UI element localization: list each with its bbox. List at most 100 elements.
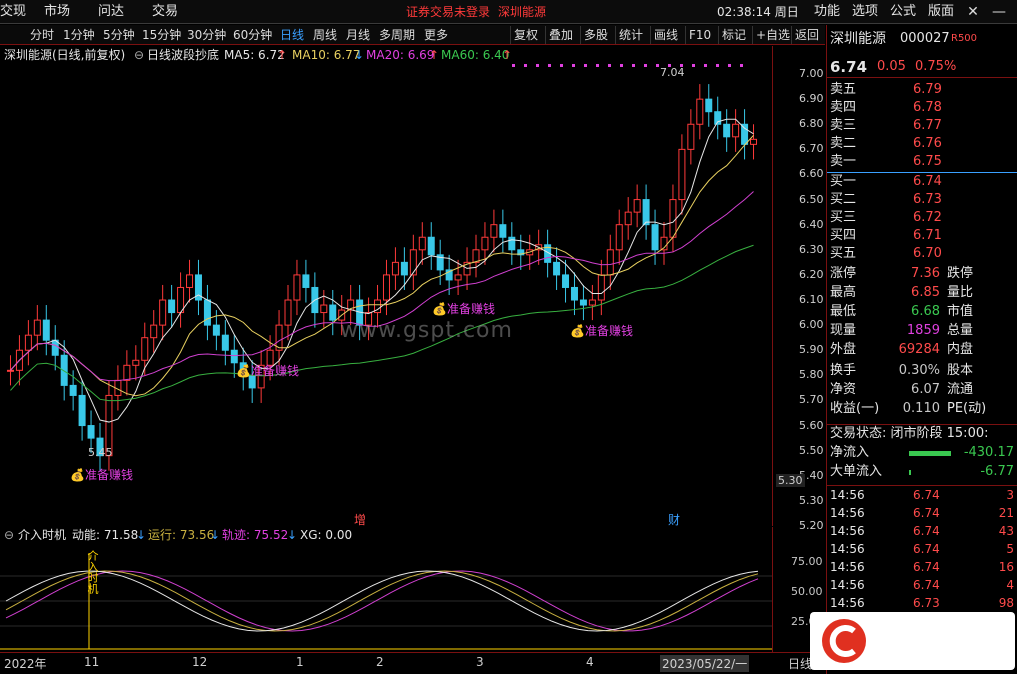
tab-60min[interactable]: 60分钟 bbox=[233, 25, 272, 45]
price-tick: 5.80 bbox=[799, 368, 824, 382]
price-tick: 5.50 bbox=[799, 443, 824, 457]
candle-body bbox=[168, 299, 176, 314]
candle-body bbox=[624, 211, 632, 226]
ask-row[interactable]: 卖四 6.78 bbox=[827, 99, 1017, 117]
marker-cai[interactable]: 财 bbox=[668, 511, 680, 528]
kline-chart[interactable] bbox=[0, 64, 772, 526]
ask-row[interactable]: 卖五 6.79 bbox=[827, 81, 1017, 99]
menu-layout[interactable]: 版面 bbox=[928, 0, 954, 24]
ask-row[interactable]: 卖一 6.75 bbox=[827, 153, 1017, 171]
tab-daily[interactable]: 日线 bbox=[280, 25, 304, 45]
tab-more[interactable]: 更多 bbox=[424, 25, 448, 45]
bid-row[interactable]: 买四 6.71 bbox=[827, 227, 1017, 245]
signal-dot bbox=[596, 64, 599, 67]
watermark: www.gspt.com bbox=[340, 318, 513, 343]
signal-dot bbox=[512, 64, 515, 67]
indicator-chart[interactable] bbox=[0, 543, 772, 651]
tool-mark[interactable]: 标记 bbox=[718, 26, 749, 44]
tool-adjust[interactable]: 复权 bbox=[510, 26, 541, 44]
candle-body bbox=[391, 261, 399, 276]
price-tick: 6.80 bbox=[799, 117, 824, 131]
tab-15min[interactable]: 15分钟 bbox=[142, 25, 181, 45]
tool-overlay[interactable]: 叠加 bbox=[545, 26, 576, 44]
signal-dot bbox=[740, 64, 743, 67]
minimize-icon[interactable]: — bbox=[988, 0, 1010, 24]
tool-stats[interactable]: 统计 bbox=[615, 26, 646, 44]
menu-ask[interactable]: 问达 bbox=[98, 0, 124, 24]
logo-icon bbox=[822, 619, 866, 663]
tool-back[interactable]: 返回 bbox=[791, 26, 822, 44]
candle-body bbox=[132, 359, 140, 366]
period-label: 日线 bbox=[788, 657, 813, 671]
candle-body bbox=[454, 274, 462, 281]
menu-formula[interactable]: 公式 bbox=[890, 0, 916, 24]
candle-body bbox=[651, 224, 659, 251]
ma10-line bbox=[10, 134, 754, 397]
dn-label: 动能: 71.58 bbox=[72, 528, 139, 542]
buy-signal-2: 💰准备赚钱 bbox=[236, 364, 299, 378]
candle-body bbox=[723, 123, 731, 138]
tool-f10[interactable]: F10 bbox=[685, 26, 714, 44]
candle-body bbox=[597, 274, 605, 301]
indicator-legend: ⊖ 介入时机 动能: 71.58 ↓ 运行: 73.56 ↓ 轨迹: 75.52… bbox=[0, 527, 770, 543]
candle-body bbox=[293, 274, 301, 301]
candle-body bbox=[230, 349, 238, 364]
ask-row[interactable]: 卖三 6.77 bbox=[827, 117, 1017, 135]
stat-row: 涨停 7.36 跌停 bbox=[830, 266, 974, 281]
candle-body bbox=[382, 274, 390, 301]
indicator-settings-icon[interactable]: ⊖ bbox=[4, 527, 14, 543]
candle-body bbox=[705, 98, 713, 113]
marker-zeng[interactable]: 增 bbox=[354, 511, 366, 528]
tab-monthly[interactable]: 月线 bbox=[346, 25, 370, 45]
gj-label: 轨迹: 75.52 bbox=[222, 528, 289, 542]
ask-row[interactable]: 卖二 6.76 bbox=[827, 135, 1017, 153]
yx-label: 运行: 73.56 bbox=[148, 528, 215, 542]
date-axis: 2022年 11 12 1 2 3 4 2023/05/22/一 日线 bbox=[0, 652, 825, 674]
menu-function[interactable]: 功能 bbox=[814, 0, 840, 24]
candle-body bbox=[284, 299, 292, 326]
stock-code: 000027 bbox=[900, 31, 950, 46]
tab-weekly[interactable]: 周线 bbox=[313, 25, 337, 45]
tool-add-watch[interactable]: +自选 bbox=[752, 26, 793, 44]
menu-options[interactable]: 选项 bbox=[852, 0, 878, 24]
candle-body bbox=[150, 324, 158, 339]
signal-dot bbox=[656, 64, 659, 67]
login-notice[interactable]: 证券交易未登录 bbox=[406, 0, 490, 24]
tab-1min[interactable]: 1分钟 bbox=[63, 25, 95, 45]
candle-body bbox=[579, 299, 587, 306]
tab-multi-period[interactable]: 多周期 bbox=[379, 25, 415, 45]
signal-dot bbox=[548, 64, 551, 67]
candle-body bbox=[123, 364, 131, 381]
price-tick: 5.90 bbox=[799, 343, 824, 357]
price-tick: 6.70 bbox=[799, 142, 824, 156]
xg-label: XG: 0.00 bbox=[300, 528, 353, 542]
bid-row[interactable]: 买三 6.72 bbox=[827, 209, 1017, 227]
tool-draw[interactable]: 画线 bbox=[650, 26, 681, 44]
menu-trade[interactable]: 交易 bbox=[152, 0, 178, 24]
price-change-pct: 0.75% bbox=[915, 59, 957, 74]
stat-row: 现量 1859 总量 bbox=[830, 323, 974, 338]
bid-row[interactable]: 买二 6.73 bbox=[827, 191, 1017, 209]
tab-5min[interactable]: 5分钟 bbox=[103, 25, 135, 45]
tab-intraday[interactable]: 分时 bbox=[30, 25, 54, 45]
bid-row[interactable]: 买一 6.74 bbox=[827, 173, 1017, 191]
gj-arrow-icon: ↓ bbox=[287, 528, 298, 542]
signal-dot bbox=[524, 64, 527, 67]
tab-30min[interactable]: 30分钟 bbox=[187, 25, 226, 45]
tool-multi-stock[interactable]: 多股 bbox=[580, 26, 611, 44]
price-tick: 6.20 bbox=[799, 267, 824, 281]
chart-title: 深圳能源(日线,前复权) bbox=[4, 48, 126, 62]
dn-arrow-icon: ↓ bbox=[136, 528, 147, 542]
indicator-settings-icon[interactable]: ⊖ bbox=[134, 46, 144, 64]
indicator-panel-name[interactable]: 介入时机 bbox=[18, 527, 66, 543]
signal-dot bbox=[620, 64, 623, 67]
bid-row[interactable]: 买五 6.70 bbox=[827, 245, 1017, 263]
close-icon[interactable]: ✕ bbox=[962, 0, 984, 24]
price-tick: 5.30 bbox=[799, 493, 824, 507]
price-tick: 6.50 bbox=[799, 192, 824, 206]
menu-trade-view[interactable]: 交现 bbox=[0, 0, 26, 24]
candle-body bbox=[78, 394, 86, 427]
menu-market[interactable]: 市场 bbox=[44, 0, 70, 24]
indicator-name[interactable]: 日线波段抄底 bbox=[147, 46, 219, 64]
ma5-line bbox=[10, 118, 754, 423]
